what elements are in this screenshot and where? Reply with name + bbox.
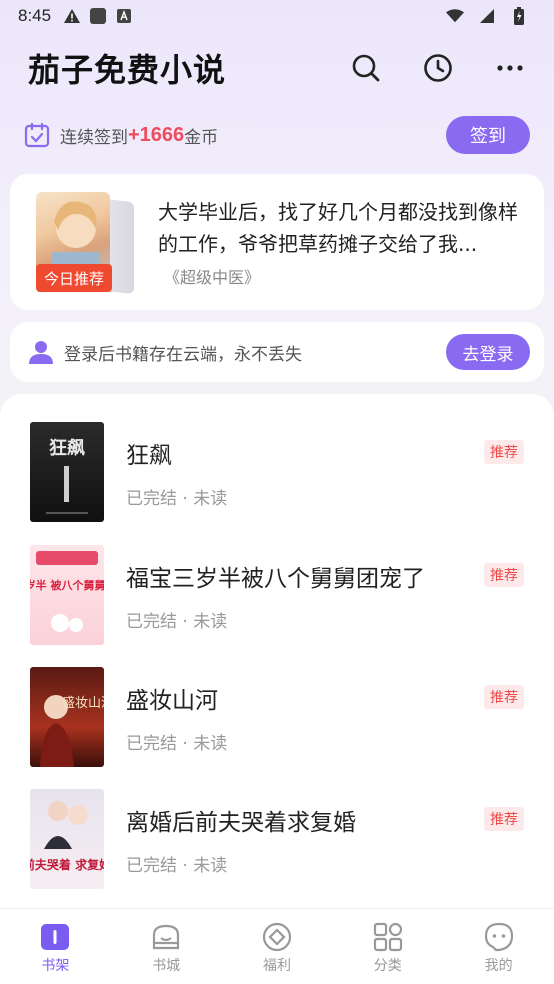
recommend-tag: 推荐 (484, 440, 524, 464)
tab-category[interactable]: 分类 (332, 909, 443, 984)
book-cover: 福宝三岁半 被八个舅舅 团宠了 (30, 545, 104, 645)
book-cover-text: 狂飙 (49, 437, 85, 459)
checkin-bar: 连续签到 +1666 金币 签到 (24, 114, 530, 156)
book-title: 福宝三岁半被八个舅舅团宠了 (126, 566, 425, 592)
font-a-icon (115, 7, 133, 25)
wifi-icon (446, 7, 464, 25)
book-item[interactable]: 盛妆山河 盛妆山河 已完结 · 未读 推荐 (30, 667, 530, 767)
recommend-tag: 推荐 (484, 563, 524, 587)
bookstore-icon (150, 921, 182, 953)
status-time: 8:45 (18, 6, 52, 25)
recommend-tag: 推荐 (484, 685, 524, 709)
book-title: 盛妆山河 (126, 688, 218, 714)
recommend-tag: 推荐 (484, 807, 524, 831)
tab-label: 分类 (373, 958, 402, 974)
book-item[interactable]: 前夫哭着 求复婚 离婚后前夫哭着求复婚 已完结 · 未读 推荐 (30, 789, 530, 889)
book-item[interactable]: 福宝三岁半 被八个舅舅 团宠了 福宝三岁半被八个舅舅团宠了 已完结 · 未读 推… (30, 545, 530, 645)
alert-icon (63, 7, 81, 25)
today-recommend-badge: 今日推荐 (36, 264, 112, 292)
recommend-book-title: 《超级中医》 (164, 268, 261, 287)
app-title: 茄子免费小说 (28, 51, 227, 89)
book-title: 狂飙 (126, 443, 172, 469)
checkin-button[interactable]: 签到 (446, 116, 530, 154)
book-status: 已完结 · 未读 (126, 856, 228, 876)
profile-icon (483, 921, 515, 953)
tab-label: 书架 (41, 958, 70, 974)
checkin-coin-amount: +1666 (128, 123, 185, 146)
tab-label: 书城 (152, 958, 181, 974)
user-icon (28, 339, 54, 365)
bottom-tab-bar: 书架 书城 福利 分类 我的 (0, 908, 554, 984)
app-header: 茄子免费小说 (0, 40, 554, 96)
signal-icon (478, 7, 496, 25)
history-clock-icon[interactable] (422, 52, 454, 84)
calendar-check-icon (24, 122, 50, 148)
book-title: 离婚后前夫哭着求复婚 (126, 810, 356, 836)
book-cover: 狂飙 (30, 422, 104, 522)
tab-label: 我的 (484, 958, 513, 974)
checkin-prefix: 连续签到 (60, 127, 128, 148)
book-status: 已完结 · 未读 (126, 734, 228, 754)
book-status: 已完结 · 未读 (126, 489, 228, 509)
tab-label: 福利 (262, 958, 291, 974)
status-bar: 8:45 (0, 0, 554, 32)
tab-welfare[interactable]: 福利 (222, 909, 333, 984)
book-cover: 前夫哭着 求复婚 (30, 789, 104, 889)
login-prompt-text: 登录后书籍存在云端，永不丢失 (64, 344, 302, 365)
bookshelf-list: 狂飙 狂飙 已完结 · 未读 推荐 福宝三岁半 被八个舅舅 团宠了 福宝三岁半被… (0, 394, 554, 914)
search-icon[interactable] (350, 52, 382, 84)
more-icon[interactable] (494, 52, 526, 84)
app-square-icon (89, 7, 107, 25)
recommend-description: 大学毕业后，找了好几个月都没找到像样的工作，爷爷把草药摊子交给了我... (158, 200, 518, 256)
book-status: 已完结 · 未读 (126, 612, 228, 632)
bookshelf-icon (39, 921, 71, 953)
welfare-icon (261, 921, 293, 953)
recommend-card[interactable]: 今日推荐 大学毕业后，找了好几个月都没找到像样的工作，爷爷把草药摊子交给了我..… (10, 174, 544, 310)
book-item[interactable]: 狂飙 狂飙 已完结 · 未读 推荐 (30, 422, 530, 522)
checkin-suffix: 金币 (184, 127, 219, 148)
category-icon (372, 921, 404, 953)
book-cover-text: 前夫哭着 求复婚 (30, 857, 104, 872)
login-button[interactable]: 去登录 (446, 334, 530, 370)
battery-icon (510, 7, 528, 25)
tab-bookstore[interactable]: 书城 (111, 909, 222, 984)
tab-bookshelf[interactable]: 书架 (0, 909, 111, 984)
login-prompt: 登录后书籍存在云端，永不丢失 去登录 (10, 322, 544, 382)
book-cover-text: 福宝三岁半 被八个舅舅 团宠了 (30, 578, 104, 592)
tab-profile[interactable]: 我的 (443, 909, 554, 984)
book-cover-text: 盛妆山河 (62, 696, 104, 711)
book-cover: 盛妆山河 (30, 667, 104, 767)
